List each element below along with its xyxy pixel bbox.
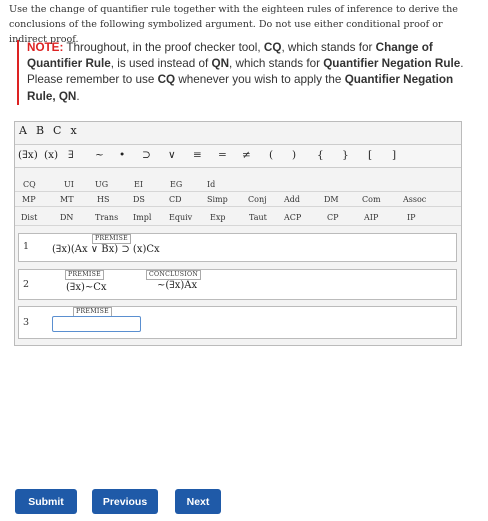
rule-button[interactable]: Conj (248, 195, 267, 204)
rule-button[interactable]: MT (60, 195, 74, 204)
rule-button[interactable]: Add (284, 195, 300, 204)
rule-button[interactable]: UI (64, 180, 74, 189)
symbol-button[interactable]: ∃ (68, 149, 74, 161)
rule-button[interactable]: Com (362, 195, 381, 204)
rule-button[interactable]: CD (169, 195, 182, 204)
line-number: 2 (23, 279, 30, 290)
var-button[interactable]: x (70, 124, 76, 137)
symbol-button[interactable]: ⊃ (142, 149, 151, 161)
divider (15, 191, 461, 192)
var-button[interactable]: A (19, 124, 27, 137)
rule-button[interactable]: DS (133, 195, 145, 204)
conclusion-tag: CONCLUSION (146, 270, 202, 280)
rule-button[interactable]: Dist (21, 213, 37, 222)
rule-button[interactable]: Equiv (169, 213, 192, 222)
note-text: . (76, 89, 80, 103)
next-button[interactable]: Next (175, 489, 221, 514)
note-label: NOTE: (27, 41, 64, 54)
rule-button[interactable]: UG (95, 180, 108, 189)
divider (15, 206, 461, 207)
proof-line-1: 1 PREMISE (∃x)(Ax ∨ Bx) ⊃ (x)Cx (18, 233, 457, 262)
line-number: 3 (23, 317, 30, 328)
rule-button[interactable]: ACP (284, 213, 301, 222)
rule-button[interactable]: AIP (364, 213, 378, 222)
premise-tag: PREMISE (65, 270, 104, 280)
symbol-button[interactable]: ∨ (168, 149, 176, 161)
divider (15, 225, 461, 226)
symbol-button[interactable]: ] (392, 149, 396, 161)
symbol-button[interactable]: ( (269, 149, 273, 161)
rule-button[interactable]: Trans (95, 213, 118, 222)
rule-button[interactable]: Exp (210, 213, 225, 222)
symbol-button[interactable]: = (218, 149, 227, 161)
formula-input[interactable] (52, 316, 141, 332)
rule-button[interactable]: MP (22, 195, 36, 204)
var-button[interactable]: C (53, 124, 61, 137)
rule-button[interactable]: HS (97, 195, 109, 204)
proof-line-3: 3 PREMISE (18, 306, 457, 339)
symbol-button[interactable]: (x) (44, 149, 58, 161)
symbol-button[interactable]: ) (292, 149, 296, 161)
symbol-button[interactable]: [ (368, 149, 372, 161)
rule-button[interactable]: Taut (249, 213, 267, 222)
line-formula: (∃x)(Ax ∨ Bx) ⊃ (x)Cx (52, 244, 160, 255)
note-quant-neg: Quantifier Negation Rule (323, 57, 461, 71)
conclusion-formula: ~(∃x)Ax (157, 280, 198, 291)
previous-button[interactable]: Previous (92, 489, 158, 514)
variable-bar: A B C x (19, 124, 86, 137)
rule-button[interactable]: Assoc (403, 195, 426, 204)
note-text: , which stands for (229, 57, 324, 71)
note-cq: CQ (263, 41, 282, 54)
symbol-button[interactable]: ≠ (242, 149, 251, 161)
note-cq: CQ (157, 73, 176, 87)
note-text: , is used instead of (110, 57, 212, 71)
rule-button[interactable]: DM (324, 195, 339, 204)
symbol-button[interactable]: ~ (95, 149, 104, 161)
rule-button[interactable]: CP (327, 213, 339, 222)
submit-button[interactable]: Submit (15, 489, 77, 514)
symbol-button[interactable]: • (119, 149, 125, 161)
note-qn: QN (211, 57, 230, 71)
note-box: NOTE: Throughout, in the proof checker t… (17, 40, 475, 105)
proof-line-2: 2 PREMISE (∃x)~Cx CONCLUSION ~(∃x)Ax (18, 269, 457, 300)
line-formula: (∃x)~Cx (66, 282, 107, 293)
rule-button[interactable]: DN (60, 213, 73, 222)
var-button[interactable]: B (36, 124, 44, 137)
symbol-button[interactable]: ≡ (193, 149, 202, 161)
rule-button[interactable]: CQ (23, 180, 36, 189)
symbol-button[interactable]: } (342, 149, 349, 161)
rule-button[interactable]: EG (170, 180, 182, 189)
rule-button[interactable]: Simp (207, 195, 228, 204)
rule-button[interactable]: EI (134, 180, 143, 189)
rule-button[interactable]: IP (407, 213, 416, 222)
symbol-button[interactable]: { (317, 149, 324, 161)
note-text: whenever you wish to apply the (175, 73, 345, 87)
symbol-button[interactable]: (∃x) (18, 149, 38, 161)
proof-checker-tool: A B C x (∃x) (x) ∃ ~ • ⊃ ∨ ≡ = ≠ ( ) { }… (14, 121, 462, 346)
symbol-bar: (∃x) (x) ∃ ~ • ⊃ ∨ ≡ = ≠ ( ) { } [ ] (15, 144, 461, 168)
rule-button[interactable]: Impl (133, 213, 151, 222)
note-text: Throughout, in the proof checker tool, (63, 41, 264, 54)
rule-button[interactable]: Id (207, 180, 215, 189)
line-number: 1 (23, 241, 30, 252)
note-text: , which stands for (281, 41, 376, 54)
premise-tag: PREMISE (92, 234, 131, 244)
